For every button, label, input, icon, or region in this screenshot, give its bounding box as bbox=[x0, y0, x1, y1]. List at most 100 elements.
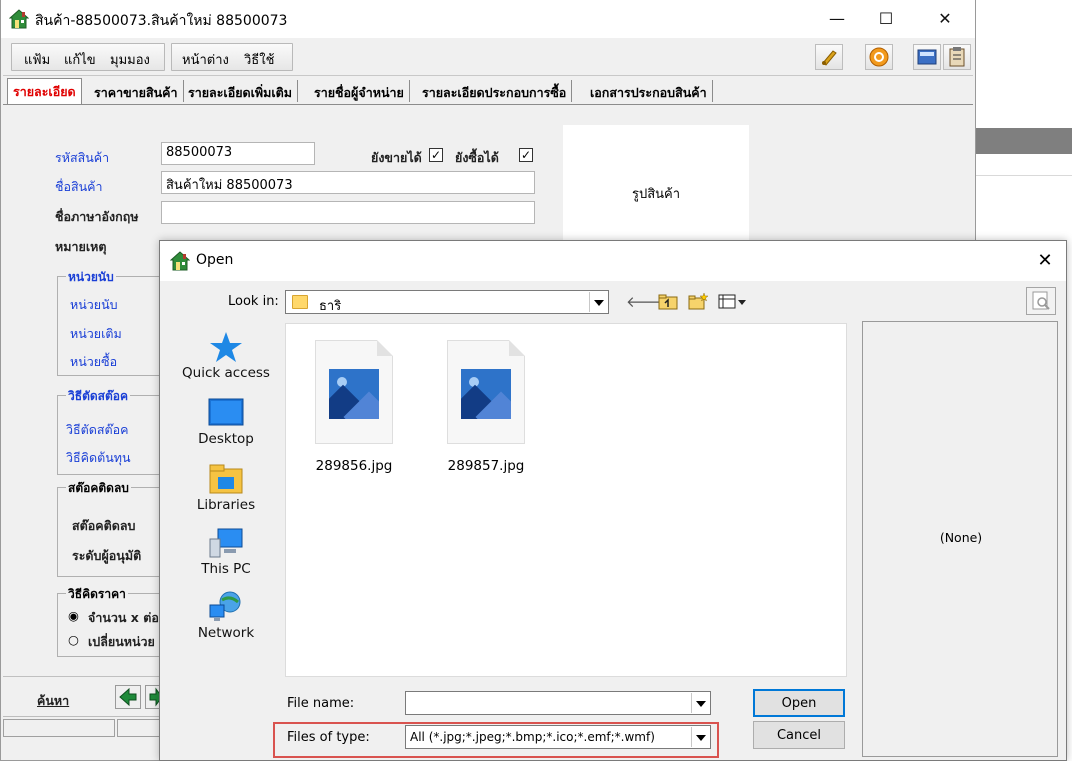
view-menu-button[interactable] bbox=[716, 292, 750, 312]
open-dialog: Open ✕ Look in: ธาริ 🡐 Quick access Desk… bbox=[159, 240, 1067, 761]
negative-stock-title: สต๊อคติดลบ bbox=[66, 479, 131, 498]
tab-product-documents[interactable]: เอกสารประกอบสินค้า bbox=[585, 80, 713, 102]
product-name-label: ชื่อสินค้า bbox=[55, 179, 103, 194]
menu-view[interactable]: มุมมอง bbox=[110, 49, 150, 70]
file-item[interactable]: 289856.jpg bbox=[304, 340, 404, 474]
note-label: หมายเหตุ bbox=[55, 239, 107, 254]
menu-file[interactable]: แฟ้ม bbox=[24, 49, 50, 70]
place-quick-access[interactable]: Quick access bbox=[170, 331, 282, 381]
files-of-type-dropdown[interactable]: All (*.jpg;*.jpeg;*.bmp;*.ico;*.emf;*.wm… bbox=[405, 725, 711, 749]
tab-more-details[interactable]: รายละเอียดเพิ่มเติม bbox=[183, 80, 299, 102]
file-name-input[interactable] bbox=[409, 694, 689, 712]
place-label: This PC bbox=[201, 561, 251, 577]
product-code-field[interactable]: 88500073 bbox=[161, 142, 315, 165]
minimize-button[interactable]: — bbox=[814, 6, 860, 32]
price-option-1-radio[interactable]: ◉ bbox=[68, 608, 79, 623]
place-this-pc[interactable]: This PC bbox=[170, 527, 282, 577]
product-photo-label: รูปสินค้า bbox=[631, 187, 681, 202]
places-bar: Quick access Desktop Libraries This PC N… bbox=[170, 323, 282, 647]
toolbar-clipboard-button[interactable] bbox=[943, 44, 971, 70]
close-button[interactable]: ✕ bbox=[922, 6, 968, 32]
price-method-group: วิธีคิดราคา ◉ จำนวน x ต่อ ○ เปลี่ยนหน่วย bbox=[57, 585, 167, 657]
menu-edit[interactable]: แก้ไข bbox=[64, 49, 96, 70]
cut-stock-label: วิธีตัดสต๊อค bbox=[66, 422, 129, 437]
place-label: Libraries bbox=[196, 497, 256, 513]
price-option-1-label: จำนวน x ต่อ bbox=[88, 610, 159, 625]
menu-bar: แฟ้ม แก้ไข มุมมอง หน้าต่าง วิธีใช้ bbox=[3, 40, 973, 76]
prev-record-button[interactable] bbox=[115, 685, 141, 709]
preview-toggle-button[interactable] bbox=[1026, 287, 1056, 315]
menu-window[interactable]: หน้าต่าง bbox=[182, 49, 229, 70]
toolbar-phone-button[interactable] bbox=[815, 44, 843, 70]
maximize-button[interactable]: ☐ bbox=[863, 6, 909, 32]
english-name-field[interactable] bbox=[161, 201, 535, 224]
new-folder-button[interactable] bbox=[686, 292, 710, 312]
unit-group: หน่วยนับ หน่วยนับ หน่วยเติม หน่วยซื้อ bbox=[57, 268, 167, 376]
chevron-down-icon[interactable] bbox=[691, 727, 709, 747]
chevron-down-icon[interactable] bbox=[691, 693, 709, 713]
arrow-left-icon bbox=[119, 687, 137, 707]
up-folder-icon bbox=[658, 294, 678, 310]
price-option-2-label: เปลี่ยนหน่วย bbox=[88, 634, 155, 649]
open-button[interactable]: Open bbox=[753, 689, 845, 717]
star-icon bbox=[210, 332, 242, 362]
place-label: Desktop bbox=[198, 431, 254, 447]
toolbar-target-button[interactable] bbox=[865, 44, 893, 70]
place-network[interactable]: Network bbox=[170, 591, 282, 641]
look-in-dropdown[interactable]: ธาริ bbox=[285, 290, 609, 314]
chevron-down-icon[interactable] bbox=[589, 292, 607, 312]
new-folder-icon bbox=[688, 292, 709, 310]
file-item[interactable]: 289857.jpg bbox=[436, 340, 536, 474]
folder-icon bbox=[292, 295, 308, 309]
calculator-icon bbox=[917, 49, 937, 65]
file-name-combo[interactable] bbox=[405, 691, 711, 715]
menu-help[interactable]: วิธีใช้ bbox=[244, 49, 274, 70]
libraries-icon bbox=[209, 464, 243, 494]
network-icon bbox=[209, 591, 241, 621]
tab-details[interactable]: รายละเอียด bbox=[7, 78, 82, 104]
price-method-title: วิธีคิดราคา bbox=[66, 585, 128, 604]
place-label: Network bbox=[197, 625, 255, 641]
approval-level-label: ระดับผู้อนุมัติ bbox=[72, 548, 142, 563]
tab-suppliers[interactable]: รายชื่อผู้จำหน่าย bbox=[309, 80, 410, 102]
buy-unit-label: หน่วยซื้อ bbox=[70, 354, 118, 369]
stock-method-title: วิธีตัดสต๊อค bbox=[66, 387, 130, 406]
default-unit-label: หน่วยเติม bbox=[70, 326, 122, 341]
look-in-value: ธาริ bbox=[319, 299, 342, 314]
place-libraries[interactable]: Libraries bbox=[170, 463, 282, 513]
toolbar-calculator-button[interactable] bbox=[913, 44, 941, 70]
product-name-field[interactable]: สินค้าใหม่ 88500073 bbox=[161, 171, 535, 194]
up-folder-button[interactable] bbox=[656, 292, 680, 312]
dialog-close-button[interactable]: ✕ bbox=[1030, 249, 1060, 273]
still-buying-checkbox[interactable]: ✓ bbox=[519, 148, 533, 162]
still-buying-label: ยังซื้อได้ bbox=[455, 150, 499, 165]
tab-purchase-details[interactable]: รายละเอียดประกอบการซื้อ bbox=[417, 80, 573, 102]
title-bar[interactable]: สินค้า-88500073.สินค้าใหม่ 88500073 — ☐ … bbox=[1, 0, 975, 38]
place-desktop[interactable]: Desktop bbox=[170, 397, 282, 447]
file-list[interactable]: 289856.jpg 289857.jpg bbox=[285, 323, 847, 677]
file-name: 289857.jpg bbox=[447, 458, 525, 474]
price-option-2-radio[interactable]: ○ bbox=[68, 632, 79, 647]
look-in-label: Look in: bbox=[228, 294, 279, 309]
app-house-icon bbox=[9, 9, 29, 29]
file-name: 289856.jpg bbox=[315, 458, 393, 474]
tab-sales-price[interactable]: ราคาขายสินค้า bbox=[89, 80, 184, 102]
search-link[interactable]: ค้นหา bbox=[37, 691, 69, 711]
negative-stock-label: สต๊อคติดลบ bbox=[72, 518, 136, 533]
image-file-icon bbox=[447, 340, 525, 444]
preview-panel: (None) bbox=[862, 321, 1058, 757]
preview-text: (None) bbox=[939, 530, 983, 545]
place-label: Quick access bbox=[182, 365, 270, 381]
product-code-label: รหัสสินค้า bbox=[55, 150, 110, 165]
preview-icon bbox=[1032, 291, 1050, 310]
still-selling-checkbox[interactable]: ✓ bbox=[429, 148, 443, 162]
still-selling-label: ยังขายได้ bbox=[371, 150, 422, 165]
product-photo[interactable]: รูปสินค้า bbox=[563, 125, 749, 255]
dialog-title-bar[interactable]: Open ✕ bbox=[160, 241, 1066, 281]
cancel-button[interactable]: Cancel bbox=[753, 721, 845, 749]
back-button[interactable]: 🡐 bbox=[626, 292, 666, 312]
window-title: สินค้า-88500073.สินค้าใหม่ 88500073 bbox=[35, 13, 288, 29]
desktop-icon bbox=[208, 398, 244, 426]
files-of-type-value: All (*.jpg;*.jpeg;*.bmp;*.ico;*.emf;*.wm… bbox=[410, 730, 655, 744]
file-name-label: File name: bbox=[287, 696, 355, 711]
